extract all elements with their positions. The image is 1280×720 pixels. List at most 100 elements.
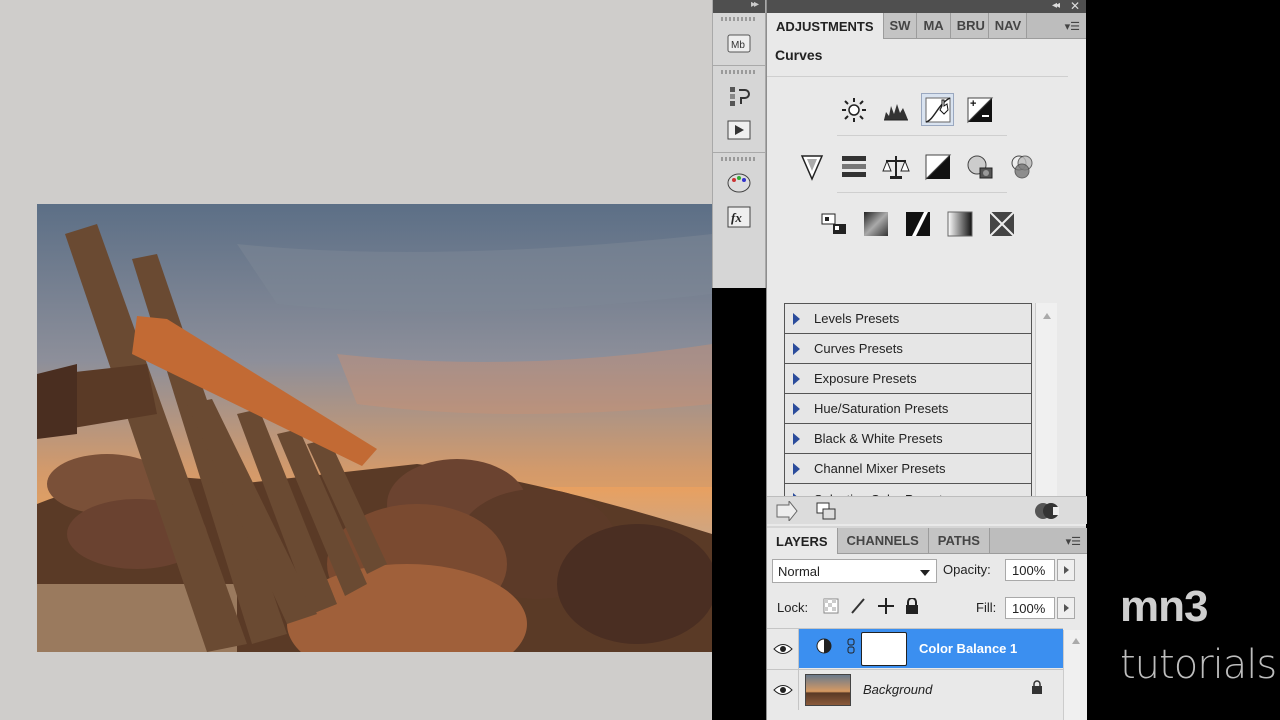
preset-levels[interactable]: Levels Presets xyxy=(785,304,1031,334)
tab-paths[interactable]: PATHS xyxy=(928,528,990,553)
lock-pixels-brush-icon[interactable] xyxy=(849,597,867,620)
lock-options xyxy=(823,597,919,620)
mini-bridge-icon[interactable]: Mb xyxy=(726,31,752,55)
fx-styles-icon[interactable]: fx xyxy=(726,205,752,229)
vibrance-icon[interactable] xyxy=(795,150,828,183)
tab-navigator[interactable]: NAV xyxy=(988,13,1027,38)
expand-arrows-icon[interactable]: ▸▸ xyxy=(751,0,759,10)
expand-triangle-icon[interactable] xyxy=(793,342,800,355)
strip-separator xyxy=(713,65,765,66)
preset-channel-mixer[interactable]: Channel Mixer Presets xyxy=(785,454,1031,484)
lock-all-icon[interactable] xyxy=(905,597,919,619)
collapse-arrows-icon[interactable]: ◂◂ xyxy=(1052,0,1060,11)
photo-image[interactable] xyxy=(37,204,712,652)
link-chain-icon[interactable] xyxy=(847,638,855,659)
adjustment-icons-row-3 xyxy=(817,207,1018,240)
history-icon[interactable] xyxy=(726,84,752,108)
adjustment-layer-icon xyxy=(815,637,833,660)
adjustments-body: Curves + Levels Presets Curves Presets E… xyxy=(767,39,1086,526)
lock-icon xyxy=(1031,680,1043,699)
actions-icon[interactable] xyxy=(726,118,752,142)
layers-tab-bar: LAYERS CHANNELS PATHS ▾☰ xyxy=(767,528,1087,555)
expand-triangle-icon[interactable] xyxy=(793,432,800,445)
opacity-label: Opacity: xyxy=(943,562,991,577)
tab-masks[interactable]: MA xyxy=(917,13,951,38)
preset-curves[interactable]: Curves Presets xyxy=(785,334,1031,364)
invert-icon[interactable] xyxy=(817,207,850,240)
clip-to-layer-icon[interactable] xyxy=(815,501,837,526)
lock-transparency-icon[interactable] xyxy=(823,598,839,619)
expand-triangle-icon[interactable] xyxy=(793,372,800,385)
strip-grip[interactable] xyxy=(721,17,757,21)
layer-row-background[interactable]: Background xyxy=(767,669,1063,710)
fill-input[interactable]: 100% xyxy=(1005,597,1055,619)
presets-list: Levels Presets Curves Presets Exposure P… xyxy=(784,303,1032,515)
scroll-up-icon[interactable] xyxy=(1043,313,1051,319)
layers-scrollbar[interactable] xyxy=(1063,630,1087,720)
curves-icon[interactable] xyxy=(921,93,954,126)
posterize-icon[interactable] xyxy=(859,207,892,240)
opacity-input[interactable]: 100% xyxy=(1005,559,1055,581)
panel-dock-strip: ▸▸ Mb fx xyxy=(712,0,766,288)
selective-color-icon[interactable] xyxy=(985,207,1018,240)
close-icon[interactable]: ✕ xyxy=(1070,0,1080,13)
layer-thumbnail xyxy=(805,673,851,706)
styles-palette-icon[interactable] xyxy=(726,171,752,195)
tab-swatches[interactable]: SW xyxy=(883,13,918,38)
scroll-up-icon[interactable] xyxy=(1072,638,1080,644)
tab-adjustments[interactable]: ADJUSTMENTS xyxy=(767,13,884,40)
opacity-slider-button[interactable] xyxy=(1057,559,1075,581)
channel-mixer-icon[interactable] xyxy=(1005,150,1038,183)
back-arrow-icon[interactable] xyxy=(775,499,799,526)
panel-menu-icon[interactable]: ▾☰ xyxy=(1065,20,1080,33)
layer-mask-thumbnail[interactable] xyxy=(861,631,907,666)
blend-mode-select[interactable]: Normal xyxy=(772,559,937,583)
document-canvas[interactable] xyxy=(0,0,712,720)
beach-photo-illustration xyxy=(37,204,712,652)
panel-titlebar: ◂◂ ✕ xyxy=(767,0,1086,13)
view-previous-state-icon[interactable] xyxy=(1033,501,1063,526)
hue-saturation-icon[interactable] xyxy=(837,150,870,183)
gradient-map-icon[interactable] xyxy=(943,207,976,240)
tab-channels[interactable]: CHANNELS xyxy=(837,528,929,553)
preset-exposure[interactable]: Exposure Presets xyxy=(785,364,1031,394)
preset-hue-saturation[interactable]: Hue/Saturation Presets xyxy=(785,394,1031,424)
preset-black-white[interactable]: Black & White Presets xyxy=(785,424,1031,454)
tab-brushes[interactable]: BRU xyxy=(950,13,989,38)
expand-triangle-icon[interactable] xyxy=(793,402,800,415)
color-balance-icon[interactable] xyxy=(879,150,912,183)
adjustment-icons-row-2 xyxy=(795,150,1038,183)
visibility-eye-icon[interactable] xyxy=(767,669,799,710)
layer-name-background[interactable]: Background xyxy=(863,682,932,697)
fill-label: Fill: xyxy=(976,600,997,615)
levels-icon[interactable] xyxy=(879,93,912,126)
presets-scrollbar[interactable] xyxy=(1035,303,1057,517)
layers-body: Normal Opacity: 100% Lock: Fill: 100% Co… xyxy=(767,554,1087,720)
fill-slider-button[interactable] xyxy=(1057,597,1075,619)
strip-grip[interactable] xyxy=(721,157,757,161)
adjustment-icons-row-1: + xyxy=(837,93,996,126)
lock-position-move-icon[interactable] xyxy=(877,597,895,620)
chevron-down-icon xyxy=(920,570,930,576)
strip-grip[interactable] xyxy=(721,70,757,74)
tab-layers[interactable]: LAYERS xyxy=(767,528,838,555)
exposure-icon[interactable]: + xyxy=(963,93,996,126)
layers-menu-icon[interactable]: ▾☰ xyxy=(1066,535,1081,548)
brightness-contrast-icon[interactable] xyxy=(837,93,870,126)
lock-label: Lock: xyxy=(777,600,809,615)
brand-logo: mn3 xyxy=(1120,582,1208,631)
threshold-icon[interactable] xyxy=(901,207,934,240)
visibility-eye-icon[interactable] xyxy=(767,628,799,669)
expand-triangle-icon[interactable] xyxy=(793,312,800,325)
right-panels: ◂◂ ✕ ADJUSTMENTS SW MA BRU NAV ▾☰ Curves… xyxy=(766,0,1087,720)
layer-row-color-balance[interactable]: Color Balance 1 xyxy=(767,628,1063,669)
brand-watermark: mn3 tutorials xyxy=(1120,582,1277,688)
svg-text:fx: fx xyxy=(731,210,742,225)
svg-text:+: + xyxy=(970,98,976,110)
photo-filter-icon[interactable] xyxy=(963,150,996,183)
icon-row-separator xyxy=(837,192,1007,193)
adjustments-tab-bar: ADJUSTMENTS SW MA BRU NAV ▾☰ xyxy=(767,13,1086,40)
expand-triangle-icon[interactable] xyxy=(793,462,800,475)
layer-name-color-balance[interactable]: Color Balance 1 xyxy=(919,641,1017,656)
black-white-icon[interactable] xyxy=(921,150,954,183)
